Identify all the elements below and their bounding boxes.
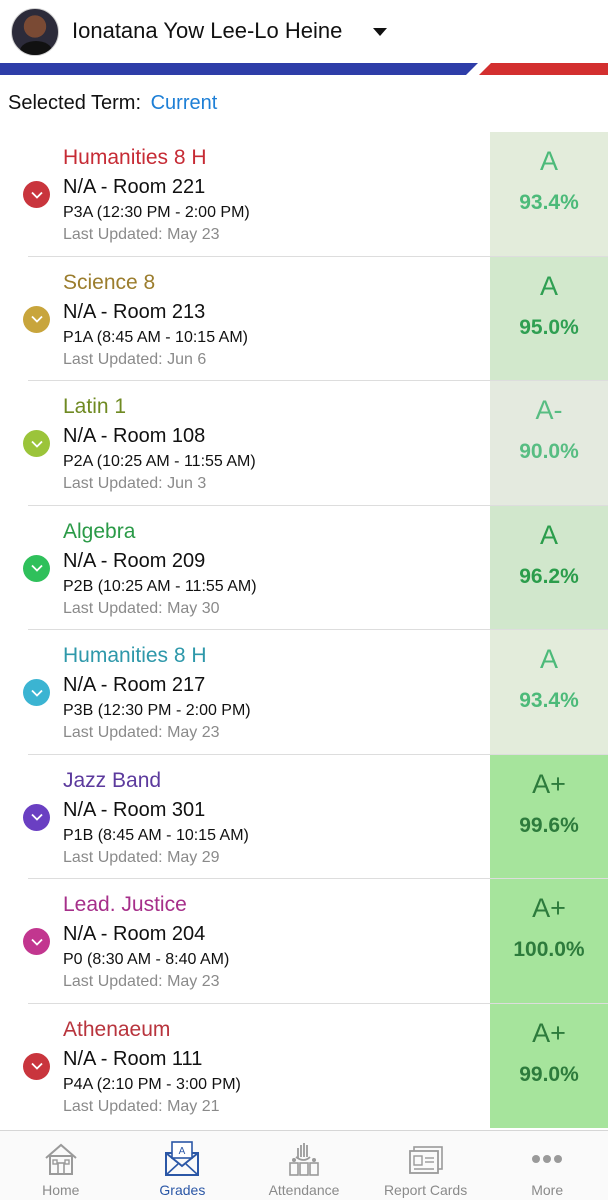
grade-percent: 93.4%	[519, 689, 579, 712]
student-switch-caret-icon[interactable]	[373, 28, 387, 36]
grade-box[interactable]: A 93.4%	[490, 132, 608, 257]
grade-letter: A	[539, 270, 558, 301]
expand-chevron-icon[interactable]	[23, 679, 50, 706]
grades-icon: A	[165, 1141, 200, 1176]
course-row[interactable]: Humanities 8 H N/A - Room 221 P3A (12:30…	[0, 132, 608, 257]
course-name: Athenaeum	[63, 1017, 171, 1041]
grade-box[interactable]: A 93.4%	[490, 630, 608, 755]
course-room: N/A - Room 221	[63, 176, 206, 198]
bottom-tab-bar: Home A Grades Attendance Report Cards Mo…	[0, 1130, 608, 1200]
course-room: N/A - Room 209	[63, 549, 206, 572]
course-name: Humanities 8 H	[63, 146, 207, 169]
tab-attendance-label: Attendance	[268, 1182, 340, 1198]
course-row[interactable]: Lead. Justice N/A - Room 204 P0 (8:30 AM…	[0, 879, 608, 1004]
course-period: P1A (8:45 AM - 10:15 AM)	[63, 328, 248, 346]
tab-home[interactable]: Home	[0, 1131, 122, 1200]
grade-percent: 96.2%	[519, 564, 579, 588]
header-stripe-red	[479, 63, 608, 75]
course-room: N/A - Room 108	[63, 425, 206, 447]
course-period: P2A (10:25 AM - 11:55 AM)	[63, 453, 256, 470]
svg-text:A: A	[179, 1146, 186, 1157]
grade-percent: 90.0%	[519, 440, 579, 463]
expand-chevron-icon[interactable]	[23, 554, 50, 582]
course-row[interactable]: Jazz Band N/A - Room 301 P1B (8:45 AM - …	[0, 754, 608, 879]
selected-term-value[interactable]: Current	[151, 92, 218, 114]
grade-letter: A	[539, 644, 558, 674]
course-period: P0 (8:30 AM - 8:40 AM)	[63, 951, 230, 968]
grade-letter: A	[539, 146, 558, 176]
course-room: N/A - Room 204	[63, 923, 206, 945]
course-period: P3B (12:30 PM - 2:00 PM)	[63, 702, 251, 719]
tab-grades[interactable]: A Grades	[122, 1131, 244, 1200]
expand-chevron-icon[interactable]	[23, 430, 50, 457]
grade-percent: 93.4%	[519, 191, 579, 214]
grade-box[interactable]: A+ 100.0%	[490, 879, 608, 1004]
expand-chevron-icon[interactable]	[23, 928, 50, 955]
more-icon	[532, 1155, 563, 1163]
course-period: P3A (12:30 PM - 2:00 PM)	[63, 204, 250, 221]
course-last-updated: Last Updated: May 23	[63, 724, 220, 741]
course-name: Latin 1	[63, 395, 127, 418]
course-name: Lead. Justice	[63, 893, 187, 916]
grade-box[interactable]: A+ 99.6%	[490, 754, 608, 879]
tab-more-label: More	[531, 1182, 564, 1198]
grade-letter: A	[539, 519, 558, 550]
grade-letter: A+	[532, 893, 566, 923]
course-name: Science 8	[63, 270, 156, 294]
grade-box[interactable]: A 96.2%	[490, 505, 608, 630]
grade-letter: A+	[532, 768, 566, 799]
course-name: Algebra	[63, 519, 136, 543]
expand-chevron-icon[interactable]	[23, 305, 50, 333]
grade-box[interactable]: A+ 99.0%	[490, 1003, 608, 1128]
header-stripe-blue	[0, 63, 478, 75]
course-last-updated: Last Updated: Jun 6	[63, 350, 207, 368]
grade-box[interactable]: A 95.0%	[490, 256, 608, 381]
course-room: N/A - Room 217	[63, 674, 206, 696]
attendance-icon	[289, 1143, 319, 1176]
course-last-updated: Last Updated: Jun 3	[63, 475, 207, 492]
course-room: N/A - Room 213	[63, 300, 206, 323]
expand-chevron-icon[interactable]	[23, 1052, 50, 1080]
course-room: N/A - Room 301	[63, 798, 206, 821]
grade-percent: 95.0%	[519, 315, 579, 339]
grade-percent: 99.0%	[519, 1062, 579, 1086]
tab-grades-label: Grades	[159, 1182, 206, 1198]
course-name: Humanities 8 H	[63, 644, 207, 667]
course-last-updated: Last Updated: May 23	[63, 973, 220, 990]
tab-attendance[interactable]: Attendance	[243, 1131, 365, 1200]
selected-term-row: Selected Term: Current	[8, 92, 217, 115]
course-list: Humanities 8 H N/A - Room 221 P3A (12:30…	[0, 132, 608, 1128]
tab-report-cards-label: Report Cards	[383, 1182, 468, 1198]
tab-home-label: Home	[42, 1182, 80, 1198]
course-last-updated: Last Updated: May 29	[63, 848, 220, 866]
grade-letter: A+	[532, 1017, 566, 1048]
grade-percent: 99.6%	[519, 813, 579, 837]
tab-report-cards[interactable]: Report Cards	[365, 1131, 487, 1200]
course-room: N/A - Room 111	[63, 1047, 203, 1070]
course-period: P4A (2:10 PM - 3:00 PM)	[63, 1075, 241, 1093]
report-cards-icon	[408, 1146, 443, 1174]
expand-chevron-icon[interactable]	[23, 181, 50, 208]
course-row[interactable]: Humanities 8 H N/A - Room 217 P3B (12:30…	[0, 630, 608, 755]
course-row[interactable]: Athenaeum N/A - Room 111 P4A (2:10 PM - …	[0, 1003, 608, 1128]
course-row[interactable]: Algebra N/A - Room 209 P2B (10:25 AM - 1…	[0, 505, 608, 630]
home-icon	[45, 1143, 77, 1175]
course-row[interactable]: Latin 1 N/A - Room 108 P2A (10:25 AM - 1…	[0, 381, 608, 506]
tab-more[interactable]: More	[486, 1131, 608, 1200]
course-last-updated: Last Updated: May 21	[63, 1097, 220, 1115]
course-name: Jazz Band	[63, 768, 162, 792]
course-last-updated: Last Updated: May 30	[63, 599, 220, 617]
selected-term-label: Selected Term:	[8, 92, 142, 114]
expand-chevron-icon[interactable]	[23, 803, 50, 831]
course-last-updated: Last Updated: May 23	[63, 226, 220, 243]
grade-letter: A-	[535, 395, 563, 425]
student-name[interactable]: Ionatana Yow Lee-Lo Heine	[72, 18, 342, 44]
grade-percent: 100.0%	[513, 938, 585, 961]
course-period: P2B (10:25 AM - 11:55 AM)	[63, 577, 257, 595]
course-period: P1B (8:45 AM - 10:15 AM)	[63, 826, 249, 844]
grade-box[interactable]: A- 90.0%	[490, 381, 608, 506]
student-avatar[interactable]	[11, 8, 59, 56]
app-header: Ionatana Yow Lee-Lo Heine	[0, 0, 608, 64]
course-row[interactable]: Science 8 N/A - Room 213 P1A (8:45 AM - …	[0, 256, 608, 381]
